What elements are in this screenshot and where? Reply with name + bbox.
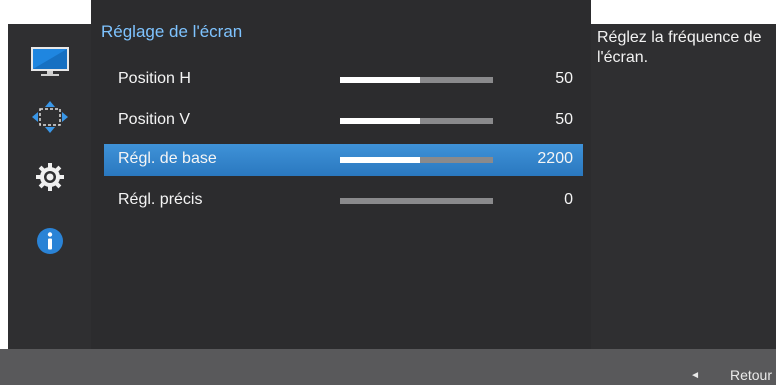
footer-bar: ◄ Retour [0, 349, 776, 385]
menu-item-regl-de-base[interactable]: Régl. de base 2200 [104, 144, 583, 176]
sidebar-item-system[interactable] [8, 158, 91, 196]
menu-title: Réglage de l'écran [101, 22, 243, 41]
level-slider[interactable] [340, 157, 493, 163]
osd-screen: ◄ Retour Réglage de l'écran Position H 5… [0, 0, 776, 385]
item-value: 2200 [537, 150, 573, 167]
slider-fill [340, 77, 420, 83]
slider-fill [340, 157, 420, 163]
item-label: Régl. de base [118, 150, 217, 167]
item-value: 50 [555, 70, 573, 87]
sidebar-item-information[interactable] [8, 222, 91, 260]
item-value: 0 [564, 191, 573, 208]
back-label: Retour [729, 367, 772, 383]
level-slider[interactable] [340, 77, 493, 83]
back-button[interactable]: ◄ Retour [690, 367, 772, 383]
sidebar-item-picture[interactable] [8, 43, 91, 81]
item-label: Position H [118, 70, 191, 87]
menu-item-position-v[interactable]: Position V 50 [104, 105, 583, 137]
slider-fill [340, 118, 420, 124]
gear-icon [35, 163, 64, 191]
info-icon [36, 228, 63, 254]
description-text: Réglez la fréquence de l'écran. [597, 29, 762, 66]
settings-menu: Réglage de l'écran Position H 50 Positio… [91, 0, 591, 349]
description-panel: Réglez la fréquence de l'écran. [591, 24, 776, 349]
monitor-icon [30, 47, 69, 76]
menu-item-regl-precis[interactable]: Régl. précis 0 [104, 185, 583, 217]
sidebar [8, 24, 91, 349]
level-slider[interactable] [340, 118, 493, 124]
sidebar-item-position[interactable] [8, 98, 91, 136]
item-label: Position V [118, 111, 191, 128]
item-label: Régl. précis [118, 191, 203, 208]
arrows-move-icon [31, 101, 68, 133]
level-slider[interactable] [340, 198, 493, 204]
menu-item-position-h[interactable]: Position H 50 [104, 64, 583, 96]
arrow-left-icon: ◄ [690, 369, 700, 381]
item-value: 50 [555, 111, 573, 128]
